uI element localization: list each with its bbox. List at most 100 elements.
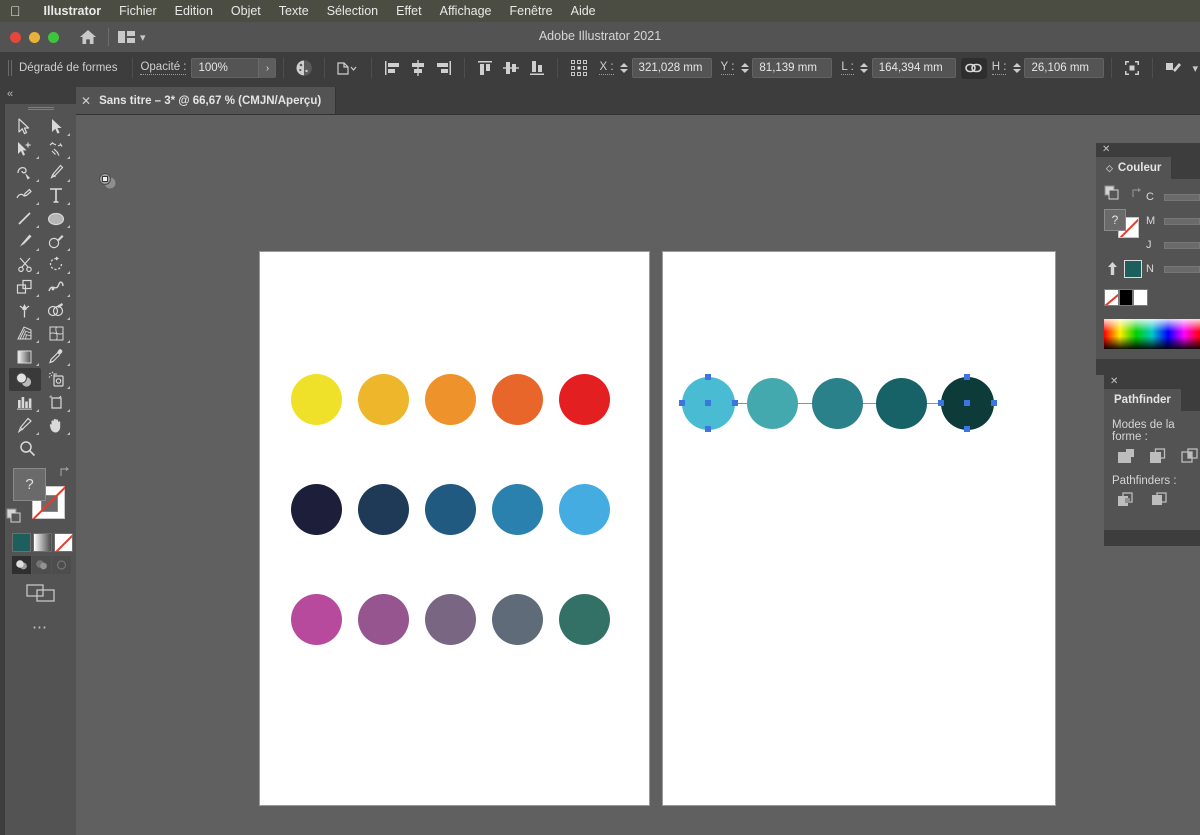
active-color-swatch[interactable] <box>1124 260 1142 278</box>
anchor-point[interactable] <box>732 400 738 406</box>
unite-icon[interactable] <box>1116 447 1136 467</box>
circle-swatch[interactable] <box>559 594 610 645</box>
zoom-tool[interactable] <box>9 437 72 460</box>
selection-tool[interactable] <box>9 115 41 138</box>
channel-slider-m[interactable] <box>1164 217 1200 225</box>
circle-swatch[interactable] <box>291 484 342 535</box>
curvature-tool[interactable] <box>9 161 41 184</box>
circle-swatch[interactable] <box>425 484 476 535</box>
align-left-icon[interactable] <box>380 57 404 79</box>
transform-icon[interactable] <box>333 57 363 79</box>
circle-blend-step[interactable] <box>747 378 798 429</box>
circle-swatch[interactable] <box>492 594 543 645</box>
menu-item-selection[interactable]: Sélection <box>318 4 387 18</box>
x-input[interactable]: 321,028 mm <box>631 58 712 78</box>
screen-mode-icon[interactable] <box>5 574 76 604</box>
anchor-point[interactable] <box>705 374 711 380</box>
tab-pathfinder[interactable]: Pathfinder <box>1104 389 1181 411</box>
rotate-tool[interactable] <box>41 253 73 276</box>
menu-item-texte[interactable]: Texte <box>270 4 318 18</box>
menu-item-affichage[interactable]: Affichage <box>431 4 501 18</box>
anchor-point-center[interactable] <box>705 400 711 406</box>
revert-arrow-icon[interactable] <box>1130 186 1144 205</box>
type-tool[interactable] <box>41 184 73 207</box>
trim-icon[interactable] <box>1150 491 1172 511</box>
anchor-point[interactable] <box>991 400 997 406</box>
circle-blend-step[interactable] <box>812 378 863 429</box>
anchor-point[interactable] <box>679 400 685 406</box>
controlbar-drag-grip[interactable] <box>8 60 13 76</box>
menu-item-effet[interactable]: Effet <box>387 4 430 18</box>
shape-builder-tool[interactable] <box>41 299 73 322</box>
anchor-point[interactable] <box>705 426 711 432</box>
anchor-point[interactable] <box>964 374 970 380</box>
height-stepper[interactable] <box>1011 59 1022 77</box>
align-right-icon[interactable] <box>432 57 456 79</box>
pen-tool[interactable] <box>41 161 73 184</box>
draw-inside-mode[interactable] <box>52 556 71 574</box>
shaper-tool[interactable] <box>41 230 73 253</box>
column-graph-tool[interactable] <box>9 391 41 414</box>
direct-selection-tool[interactable] <box>41 115 73 138</box>
align-horizontal-center-icon[interactable] <box>406 57 430 79</box>
toolbox-drag-grip[interactable] <box>5 104 76 113</box>
anchor-point[interactable] <box>938 400 944 406</box>
anchor-point[interactable] <box>964 426 970 432</box>
menu-item-fenetre[interactable]: Fenêtre <box>501 4 562 18</box>
opacity-mask-icon[interactable] <box>292 57 316 79</box>
draw-normal-mode[interactable] <box>12 556 31 574</box>
magic-wand-tool[interactable] <box>9 138 41 161</box>
circle-swatch[interactable] <box>358 374 409 425</box>
isolate-selection-icon[interactable] <box>1120 57 1144 79</box>
link-proportions-icon[interactable] <box>960 57 987 79</box>
y-input[interactable]: 81,139 mm <box>752 58 833 78</box>
bring-to-front-arrow-icon[interactable] <box>1106 261 1119 282</box>
perspective-grid-tool[interactable] <box>9 322 41 345</box>
more-options-icon[interactable] <box>1161 57 1187 79</box>
symbol-sprayer-tool[interactable] <box>41 368 73 391</box>
circle-swatch[interactable] <box>358 594 409 645</box>
align-vertical-center-icon[interactable] <box>499 57 523 79</box>
draw-behind-mode[interactable] <box>32 556 51 574</box>
menu-item-edition[interactable]: Edition <box>166 4 222 18</box>
divide-icon[interactable] <box>1116 491 1138 511</box>
default-fill-stroke-icon[interactable] <box>6 508 22 524</box>
collapse-chevrons-icon[interactable]: « <box>7 88 13 100</box>
default-fill-stroke-icon[interactable] <box>1104 185 1120 206</box>
menu-item-illustrator[interactable]: Illustrator <box>35 4 111 18</box>
circle-blend-step[interactable] <box>876 378 927 429</box>
canvas-area[interactable] <box>76 115 1200 835</box>
width-stepper[interactable] <box>859 59 870 77</box>
channel-slider-n[interactable] <box>1164 265 1200 273</box>
reference-point-grid-icon[interactable] <box>566 57 592 79</box>
free-transform-tool[interactable] <box>9 299 41 322</box>
scale-tool[interactable] <box>9 276 41 299</box>
anchor-point-center[interactable] <box>964 400 970 406</box>
ellipse-tool[interactable] <box>41 207 73 230</box>
gradient-tool[interactable] <box>9 345 41 368</box>
circle-swatch[interactable] <box>425 374 476 425</box>
minus-front-icon[interactable] <box>1148 447 1168 467</box>
line-segment-tool[interactable] <box>9 207 41 230</box>
width-input[interactable]: 164,394 mm <box>871 58 956 78</box>
artboard-right[interactable] <box>663 252 1055 805</box>
fill-swatch-unknown[interactable]: ? <box>1104 209 1126 231</box>
type-on-path-tool[interactable] <box>9 184 41 207</box>
artboard-left[interactable] <box>260 252 649 805</box>
fill-swatch-unknown[interactable]: ? <box>13 468 46 501</box>
circle-swatch[interactable] <box>492 484 543 535</box>
blend-tool[interactable] <box>9 368 41 391</box>
opacity-dropdown-arrow[interactable]: › <box>258 58 276 78</box>
align-top-icon[interactable] <box>473 57 497 79</box>
scissors-tool[interactable] <box>9 253 41 276</box>
circle-swatch[interactable] <box>559 484 610 535</box>
more-tools-ellipsis[interactable]: ⋯ <box>5 604 76 636</box>
opacity-input[interactable]: 100% › <box>191 58 277 78</box>
circle-swatch[interactable] <box>358 484 409 535</box>
x-stepper[interactable] <box>619 59 630 77</box>
white-swatch[interactable] <box>1133 289 1149 306</box>
more-options-chevron-down-icon[interactable]: ▾ <box>1192 62 1198 75</box>
none-swatch[interactable] <box>54 533 73 552</box>
y-stepper[interactable] <box>739 59 750 77</box>
circle-swatch[interactable] <box>425 594 476 645</box>
